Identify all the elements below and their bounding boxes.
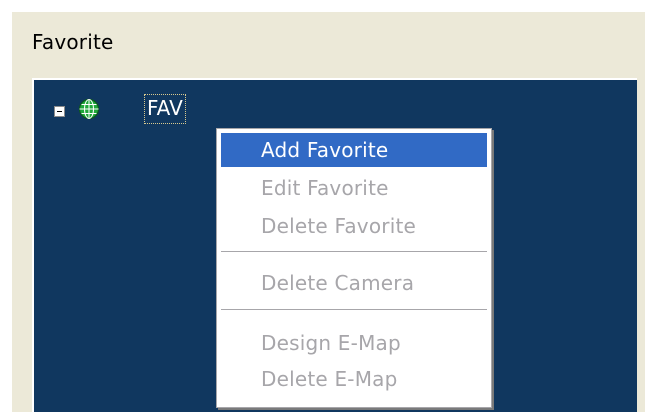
menu-separator (221, 251, 487, 252)
menu-item-delete-emap[interactable]: Delete E-Map (221, 362, 487, 396)
context-menu: Add Favorite Edit Favorite Delete Favori… (216, 128, 492, 408)
collapse-toggle-icon[interactable] (54, 106, 65, 117)
menu-item-design-emap[interactable]: Design E-Map (221, 326, 487, 360)
panel-title: Favorite (32, 30, 114, 54)
menu-item-delete-camera[interactable]: Delete Camera (221, 266, 487, 300)
tree-node-fav[interactable]: FAV (144, 94, 186, 124)
globe-icon (78, 98, 100, 120)
menu-item-delete-favorite[interactable]: Delete Favorite (221, 209, 487, 243)
favorite-panel: Favorite FAV Add Favorite Edit Favorite … (12, 12, 645, 412)
menu-item-add-favorite[interactable]: Add Favorite (221, 133, 487, 167)
menu-item-edit-favorite[interactable]: Edit Favorite (221, 171, 487, 205)
screenshot-frame: Favorite FAV Add Favorite Edit Favorite … (0, 0, 645, 412)
menu-separator (221, 309, 487, 310)
